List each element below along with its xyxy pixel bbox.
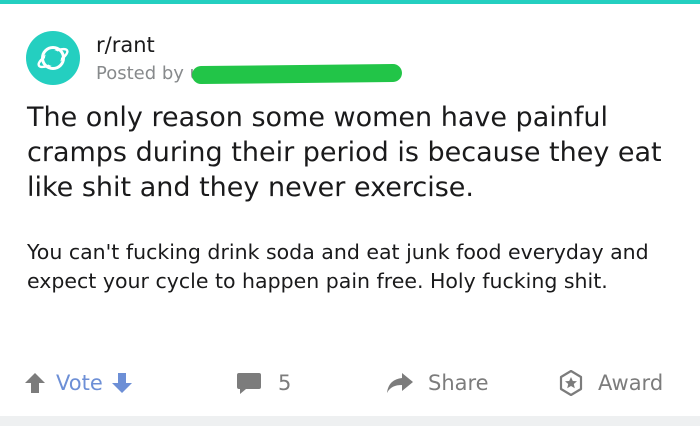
comment-icon — [237, 373, 261, 394]
comment-count: 5 — [278, 371, 292, 395]
award-button[interactable]: Award — [558, 366, 663, 400]
post-card[interactable]: r/rant Posted by u/ The only reason some… — [0, 4, 700, 418]
vote-label[interactable]: Vote — [56, 371, 103, 395]
share-arrow-icon — [387, 373, 413, 393]
subreddit-name[interactable]: r/rant — [96, 32, 155, 58]
post-title[interactable]: The only reason some women have painful … — [27, 100, 682, 205]
posted-by-label[interactable]: Posted by u/ — [96, 63, 207, 84]
arrow-up-icon[interactable] — [24, 371, 46, 395]
username-redaction — [191, 63, 403, 85]
share-button[interactable]: Share — [386, 366, 489, 400]
posted-by: Posted by u/ — [96, 62, 207, 86]
post-body: You can't fucking drink soda and eat jun… — [27, 240, 649, 293]
share-label: Share — [428, 371, 489, 395]
planet-icon — [37, 46, 69, 70]
subreddit-avatar[interactable] — [26, 31, 80, 85]
vote-controls: Vote — [24, 366, 133, 400]
award-label: Award — [598, 371, 664, 395]
arrow-down-icon[interactable] — [111, 371, 133, 395]
comments-button[interactable]: 5 — [236, 366, 291, 400]
card-divider — [0, 416, 700, 426]
award-star-icon — [559, 370, 583, 396]
